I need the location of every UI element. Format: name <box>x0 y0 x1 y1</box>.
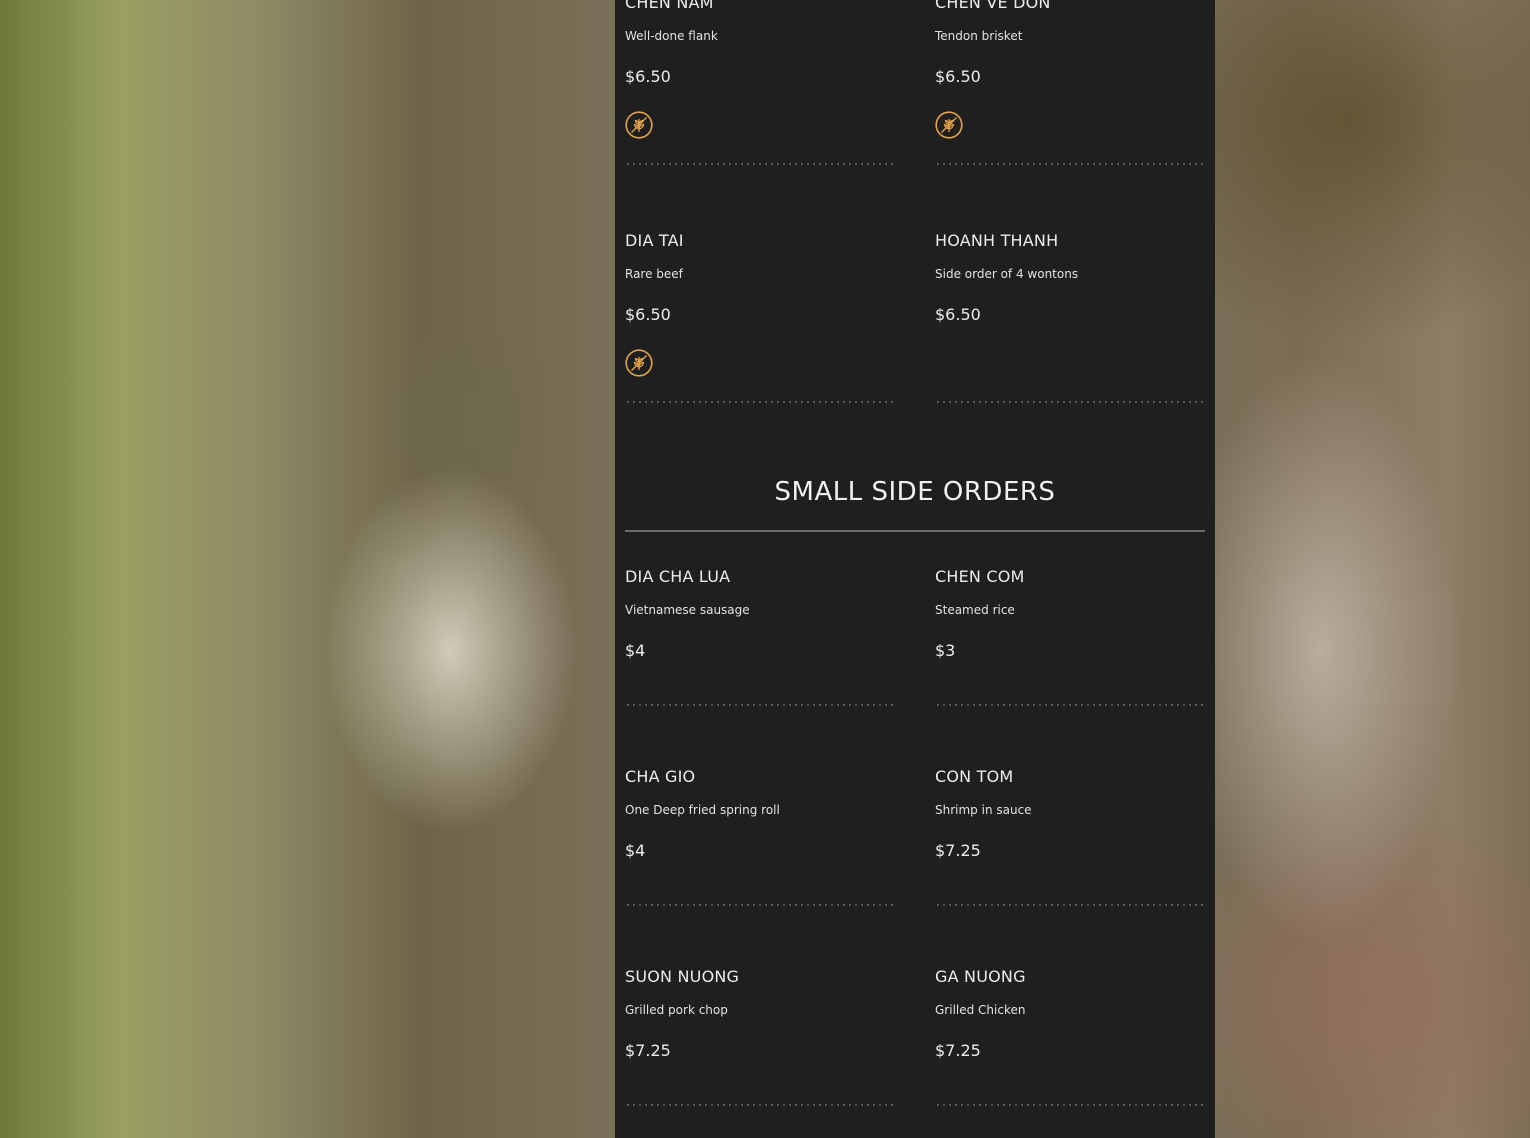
gluten-free-wheat-icon <box>935 111 963 139</box>
menu-item-price: $7.25 <box>625 1041 671 1060</box>
menu-item-name: HOANH THANH <box>935 231 1059 250</box>
menu-item-name: CHEN COM <box>935 567 1025 586</box>
dotted-divider <box>625 704 893 706</box>
section-divider <box>625 530 1205 532</box>
menu-item-description: One Deep fried spring roll <box>625 803 780 817</box>
menu-item-price: $6.50 <box>625 305 671 324</box>
dotted-divider <box>625 163 893 165</box>
dotted-divider <box>935 904 1203 906</box>
section-title: SMALL SIDE ORDERS <box>774 477 1056 507</box>
menu-item-name: CHA GIO <box>625 767 696 786</box>
menu-item-description: Steamed rice <box>935 603 1015 617</box>
gluten-free-wheat-icon <box>625 111 653 139</box>
menu-item-name: CON TOM <box>935 767 1014 786</box>
menu-item-description: Well-done flank <box>625 29 718 43</box>
menu-item-price: $6.50 <box>935 67 981 86</box>
menu-item-name: SUON NUONG <box>625 967 740 986</box>
menu-item-name: CHEN VE DON <box>935 0 1051 12</box>
dotted-divider <box>935 401 1203 403</box>
menu-item-price: $7.25 <box>935 841 981 860</box>
dotted-divider <box>935 1104 1203 1106</box>
menu-item-description: Rare beef <box>625 267 683 281</box>
gluten-free-wheat-icon <box>625 349 653 377</box>
menu-item-price: $4 <box>625 841 646 860</box>
dotted-divider <box>935 163 1203 165</box>
menu-item-description: Grilled pork chop <box>625 1003 728 1017</box>
menu-item-price: $7.25 <box>935 1041 981 1060</box>
menu-item-name: DIA CHA LUA <box>625 567 731 586</box>
menu-item-price: $6.50 <box>935 305 981 324</box>
menu-item-name: CHEN NAM <box>625 0 714 12</box>
menu-item-price: $4 <box>625 641 646 660</box>
dotted-divider <box>625 401 893 403</box>
menu-item-description: Grilled Chicken <box>935 1003 1026 1017</box>
dotted-divider <box>625 1104 893 1106</box>
menu-item-description: Tendon brisket <box>935 29 1023 43</box>
dotted-divider <box>935 704 1203 706</box>
menu-item-name: GA NUONG <box>935 967 1026 986</box>
dotted-divider <box>625 904 893 906</box>
menu-item-price: $3 <box>935 641 956 660</box>
menu-item-description: Side order of 4 wontons <box>935 267 1079 281</box>
menu-item-name: DIA TAI <box>625 231 684 250</box>
menu-item-description: Shrimp in sauce <box>935 803 1032 817</box>
menu-item-price: $6.50 <box>625 67 671 86</box>
menu-item-description: Vietnamese sausage <box>625 603 750 617</box>
